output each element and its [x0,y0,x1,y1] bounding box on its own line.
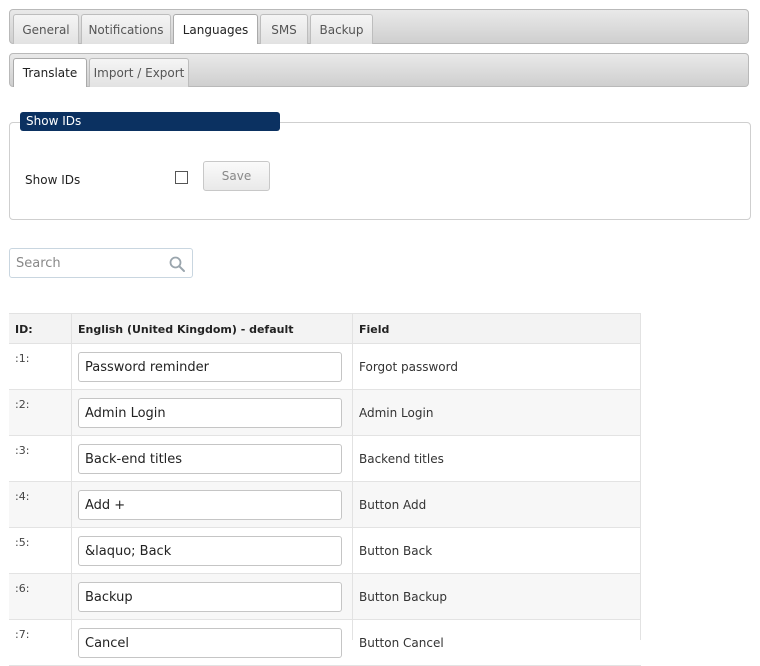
tab-sms[interactable]: SMS [260,14,308,44]
sub-tab-bar: Translate Import / Export [9,53,749,87]
tab-translate[interactable]: Translate [13,58,87,87]
show-ids-label: Show IDs [25,173,81,187]
row-field: Button Back [359,544,433,558]
table-row: :7: Cancel Button Cancel [9,620,641,666]
row-field: Button Cancel [359,636,444,650]
show-ids-fieldset [9,122,751,220]
row-id: :2: [15,398,30,411]
save-button[interactable]: Save [203,161,270,191]
row-id: :3: [15,444,30,457]
row-id: :5: [15,536,30,549]
translation-input[interactable]: Back-end titles [78,444,342,474]
translation-input[interactable]: &laquo; Back [78,536,342,566]
row-field: Backend titles [359,452,444,466]
column-divider [71,313,72,640]
header-english: English (United Kingdom) - default [78,323,294,336]
search-input[interactable]: Search [9,248,193,278]
row-field: Button Add [359,498,427,512]
row-id: :1: [15,352,30,365]
table-row: :6: Backup Button Backup [9,574,641,620]
table-row: :5: &laquo; Back Button Back [9,528,641,574]
show-ids-checkbox[interactable] [175,171,188,184]
table-row: :1: Password reminder Forgot password [9,344,641,390]
header-field: Field [359,323,390,336]
translation-input[interactable]: Backup [78,582,342,612]
tab-languages[interactable]: Languages [173,14,258,44]
tab-general[interactable]: General [13,14,79,44]
translation-input[interactable]: Cancel [78,628,342,658]
row-id: :7: [15,628,30,641]
translation-input[interactable]: Admin Login [78,398,342,428]
row-field: Admin Login [359,406,434,420]
tab-import-export[interactable]: Import / Export [89,58,189,87]
search-placeholder: Search [16,256,61,271]
search-icon[interactable] [168,255,186,273]
table-row: :2: Admin Login Admin Login [9,390,641,436]
column-divider [352,313,353,640]
table-row: :4: Add + Button Add [9,482,641,528]
table-row: :3: Back-end titles Backend titles [9,436,641,482]
tab-notifications[interactable]: Notifications [81,14,171,44]
row-field: Button Backup [359,590,447,604]
translation-input[interactable]: Password reminder [78,352,342,382]
tab-backup[interactable]: Backup [310,14,373,44]
translation-input[interactable]: Add + [78,490,342,520]
row-field: Forgot password [359,360,458,374]
table-right-border [640,313,641,640]
show-ids-legend: Show IDs [20,112,280,131]
main-tab-bar: General Notifications Languages SMS Back… [9,9,749,44]
header-id: ID: [15,323,33,336]
row-id: :4: [15,490,30,503]
table-header: ID: English (United Kingdom) - default F… [9,313,641,344]
row-id: :6: [15,582,30,595]
